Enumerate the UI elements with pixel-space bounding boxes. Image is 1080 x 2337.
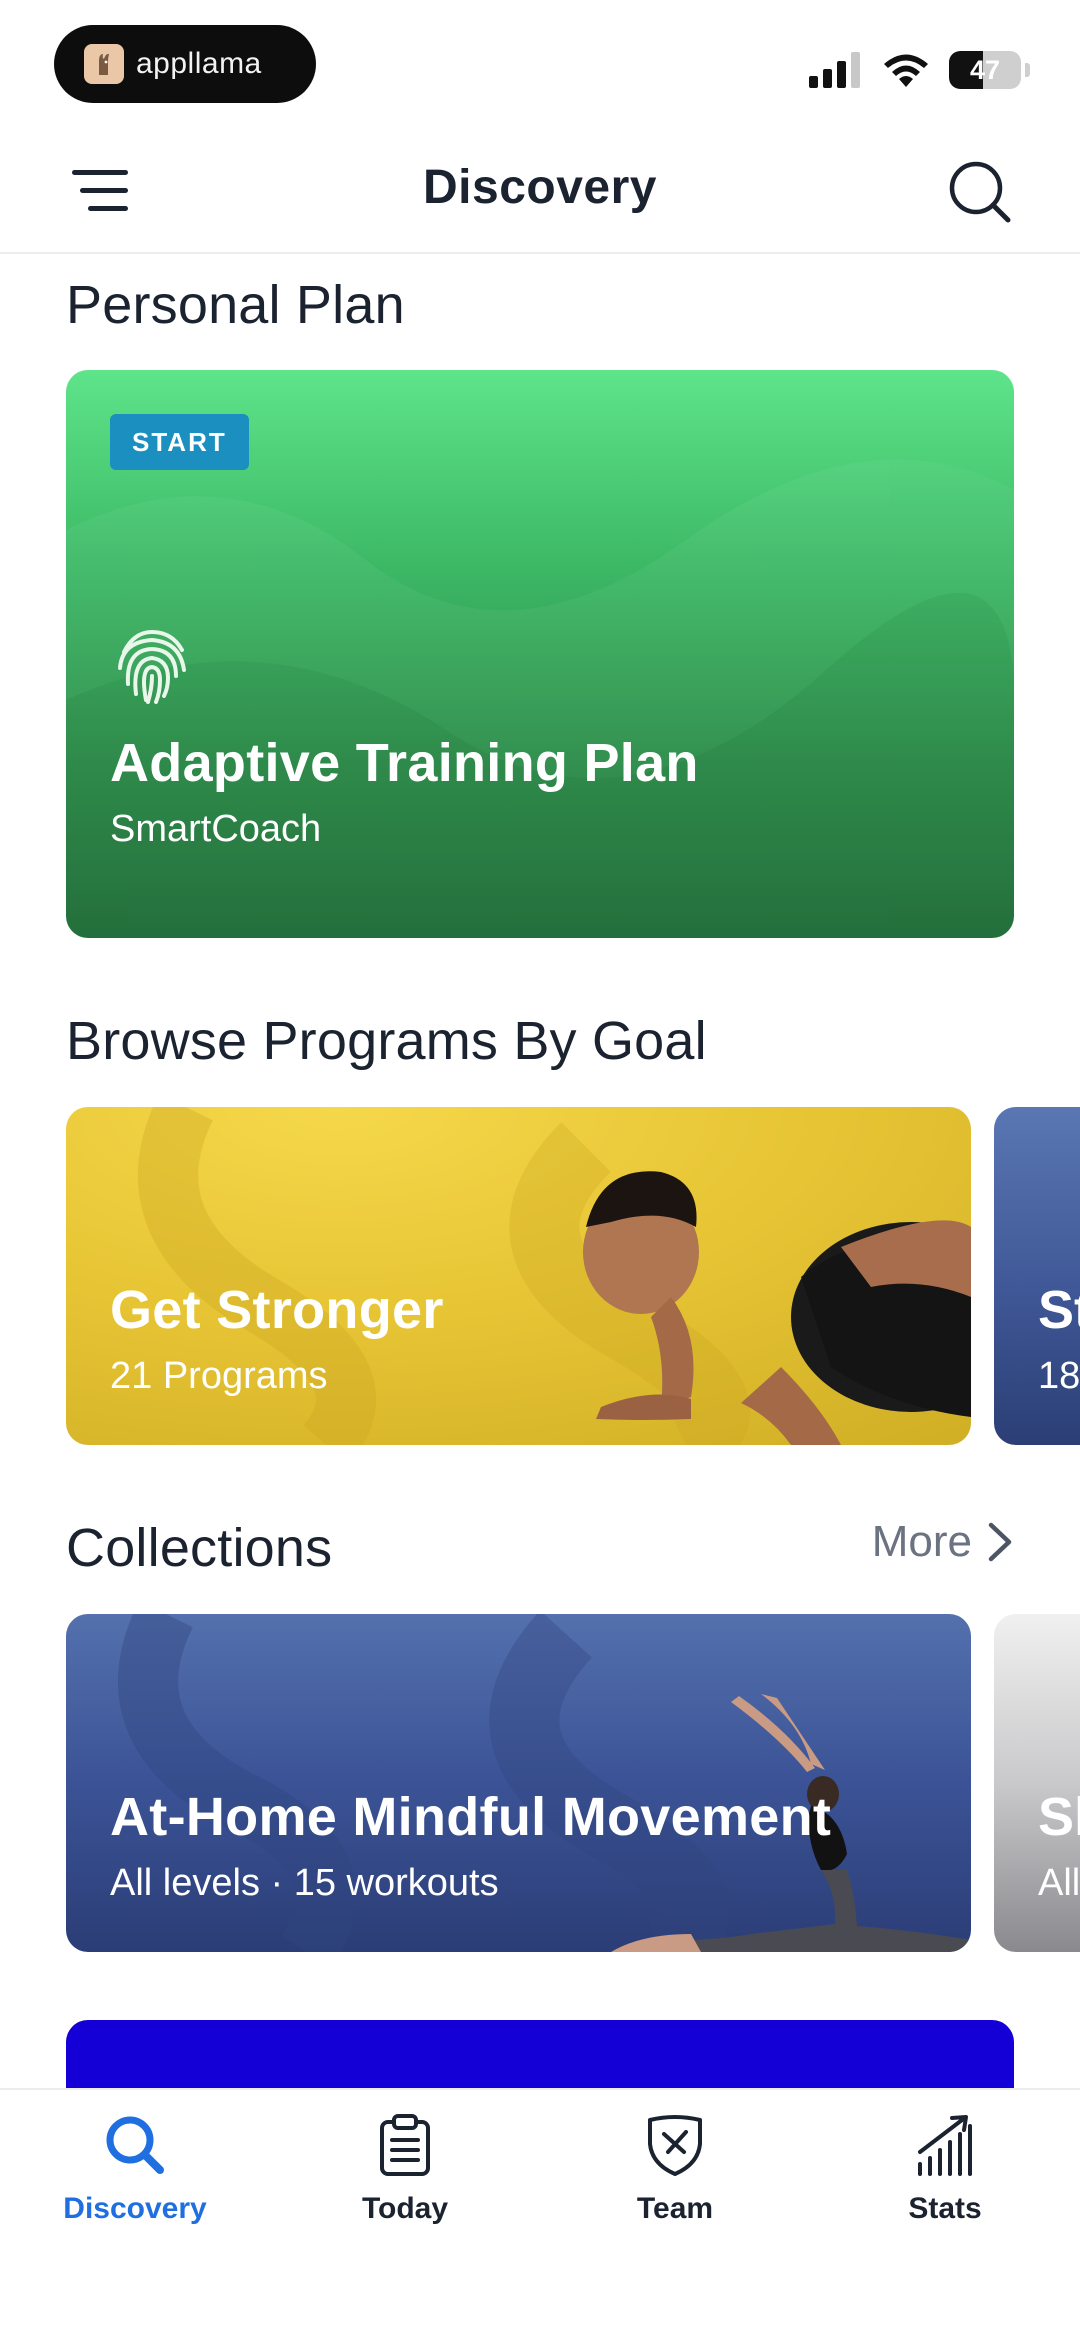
page-title: Discovery: [423, 161, 657, 214]
tab-label: Team: [636, 2192, 714, 2225]
goal-card-subtitle: 18: [1038, 1355, 1080, 1397]
collection-card-mindful-movement[interactable]: At-Home Mindful Movement All levels · 15…: [66, 1614, 971, 1952]
tab-stats[interactable]: Stats: [845, 2112, 1045, 2226]
discovery-screen: appllama 47 Discovery Personal Plan STAR…: [0, 0, 1080, 2337]
clipboard-icon: [380, 2114, 430, 2176]
status-icons: 47: [809, 48, 1030, 92]
collection-card-subtitle: All levels · 15 workouts: [110, 1862, 499, 1904]
goal-card-get-stronger[interactable]: Get Stronger 21 Programs: [66, 1107, 971, 1445]
goal-card-subtitle: 21 Programs: [110, 1355, 328, 1397]
battery-tip: [1025, 63, 1030, 77]
collection-card-title: At-Home Mindful Movement: [110, 1787, 832, 1847]
collection-card-title: Sl: [1038, 1787, 1080, 1847]
stats-icon: [918, 2115, 972, 2176]
bottom-tab-bar: Discovery Today Team Stats: [0, 2088, 1080, 2337]
goal-card-title: Get Stronger: [110, 1280, 444, 1340]
collections-more-link[interactable]: More: [872, 1517, 1014, 1567]
tab-discovery[interactable]: Discovery: [35, 2112, 235, 2226]
signal-icon: [809, 52, 860, 88]
plan-title: Adaptive Training Plan: [110, 733, 699, 793]
team-shield-icon: [648, 2115, 702, 2176]
more-label: More: [871, 1517, 972, 1566]
tab-today[interactable]: Today: [305, 2112, 505, 2226]
battery-indicator: 47: [949, 51, 1021, 89]
top-nav: Discovery: [0, 130, 1080, 254]
tab-label: Discovery: [63, 2192, 207, 2225]
plan-subtitle: SmartCoach: [110, 808, 322, 850]
personal-plan-heading: Personal Plan: [66, 275, 405, 335]
collection-card-subtitle: All: [1038, 1862, 1080, 1904]
goal-card-partial[interactable]: St 18: [994, 1107, 1080, 1445]
search-button[interactable]: [948, 160, 1012, 224]
tab-label: Stats: [908, 2192, 982, 2225]
collection-card-partial[interactable]: Sl All: [994, 1614, 1080, 1952]
app-name: appllama: [136, 47, 262, 80]
llama-icon: [84, 44, 124, 84]
app-pill[interactable]: appllama: [54, 25, 316, 103]
goal-card-title: St: [1038, 1280, 1080, 1340]
start-badge: START: [110, 414, 249, 470]
adaptive-plan-card[interactable]: START Adaptive Training Plan SmartCoach: [66, 370, 1014, 938]
pushup-athlete-image: [583, 1171, 971, 1445]
programs-by-goal-heading: Browse Programs By Goal: [66, 1011, 707, 1071]
fingerprint-icon: [118, 629, 186, 704]
search-icon: [106, 2116, 164, 2174]
status-bar: appllama 47: [0, 0, 1080, 130]
battery-level: 47: [969, 54, 1001, 85]
collections-heading: Collections: [66, 1518, 333, 1578]
tab-label: Today: [361, 2192, 449, 2225]
chevron-right-icon: [988, 1522, 1012, 1562]
tab-team[interactable]: Team: [575, 2112, 775, 2226]
wifi-icon: [884, 54, 928, 87]
